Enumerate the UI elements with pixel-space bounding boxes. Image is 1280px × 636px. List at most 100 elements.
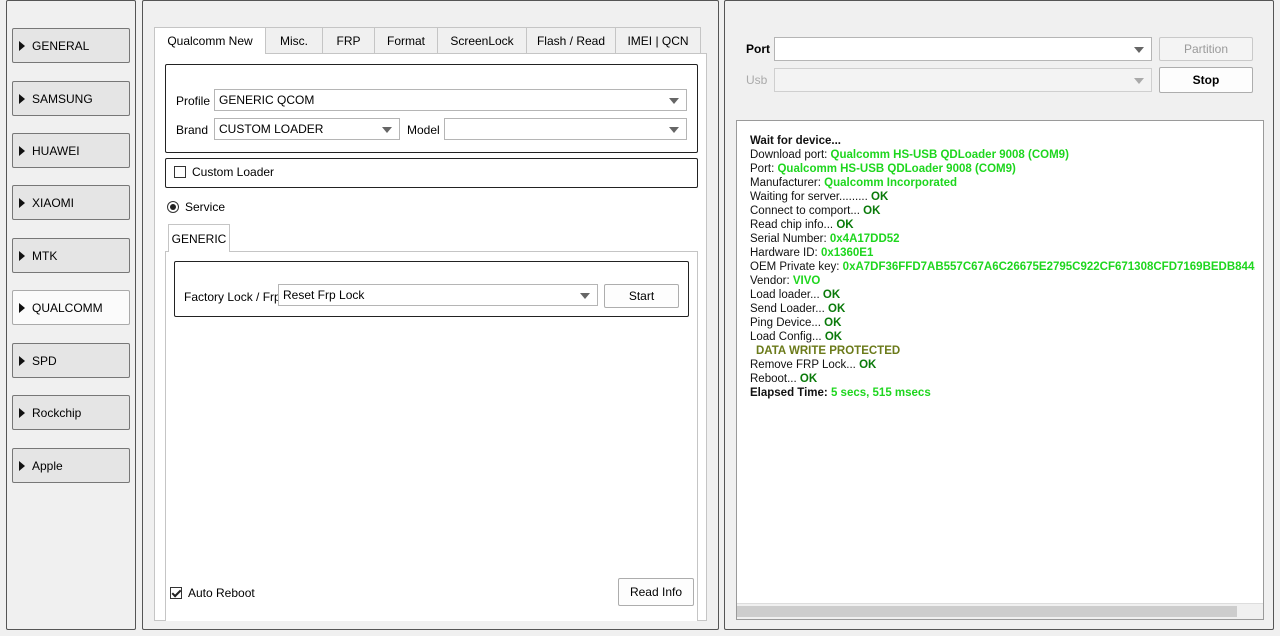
log-line: Serial Number: 0x4A17DD52 (750, 232, 1255, 246)
log-line: Connect to comport... OK (750, 204, 1255, 218)
log-segment: Remove FRP Lock... (750, 359, 860, 371)
service-radio[interactable] (167, 201, 179, 213)
tab-label: ScreenLock (450, 33, 514, 48)
start-button-label: Start (628, 289, 655, 303)
log-segment: OK (871, 191, 889, 203)
auto-reboot-label: Auto Reboot (188, 586, 255, 600)
log-line: Elapsed Time: 5 secs, 515 msecs (750, 386, 1255, 400)
brand-label: Brand (176, 123, 209, 137)
chevron-down-icon (1134, 78, 1144, 84)
log-segment: 0xA7DF36FFD7AB557C67A6C26675E2795C922CF6… (842, 261, 1255, 273)
log-segment: Send Loader... (750, 303, 829, 315)
brand-select-value: CUSTOM LOADER (219, 122, 324, 136)
port-label: Port (746, 42, 770, 56)
triangle-right-icon (19, 460, 25, 471)
triangle-right-icon (19, 355, 25, 366)
log-segment: Vendor: (750, 275, 793, 287)
brand-button-mtk[interactable]: MTK (12, 238, 130, 273)
brand-button-label: Apple (32, 458, 63, 473)
horizontal-scrollbar[interactable] (737, 603, 1263, 619)
log-segment: OK (828, 303, 846, 315)
log-line: Reboot... OK (750, 372, 1255, 386)
scrollbar-thumb[interactable] (737, 606, 1237, 617)
log-line: Download port: Qualcomm HS-USB QDLoader … (750, 148, 1255, 162)
start-button[interactable]: Start (604, 284, 679, 308)
brand-button-general[interactable]: GENERAL (12, 28, 130, 63)
factory-lock-select[interactable]: Reset Frp Lock (278, 284, 598, 306)
log-segment: OK (863, 205, 881, 217)
read-info-button-label: Read Info (629, 585, 683, 599)
subtab-generic[interactable]: GENERIC (168, 224, 230, 252)
brand-button-label: SPD (32, 353, 57, 368)
tab-frp[interactable]: FRP (322, 27, 375, 53)
brand-panel: GENERAL SAMSUNG HUAWEI XIAOMI MTK QUALCO… (6, 0, 136, 630)
brand-button-label: QUALCOMM (32, 300, 103, 315)
stop-button[interactable]: Stop (1159, 67, 1253, 93)
factory-lock-label: Factory Lock / Frp (184, 290, 281, 304)
log-line: Port: Qualcomm HS-USB QDLoader 9008 (COM… (750, 162, 1255, 176)
log-segment: Read chip info... (750, 219, 837, 231)
brand-button-label: XIAOMI (32, 195, 75, 210)
log-segment: Serial Number: (750, 233, 830, 245)
log-segment: OK (824, 331, 843, 343)
log-segment: OK (859, 359, 877, 371)
log-segment: 0x1360E1 (820, 247, 874, 259)
tab-flash-read[interactable]: Flash / Read (526, 27, 616, 53)
partition-button-label: Partition (1183, 42, 1229, 56)
log-output[interactable]: Wait for device... Download port: Qualcom… (736, 120, 1264, 620)
custom-loader-label: Custom Loader (192, 165, 275, 179)
log-line: Wait for device... (750, 134, 1255, 148)
model-select[interactable] (444, 118, 687, 140)
tab-format[interactable]: Format (374, 27, 438, 53)
tab-label: FRP (336, 33, 361, 48)
tab-screenlock[interactable]: ScreenLock (437, 27, 527, 53)
log-segment: 0x4A17DD52 (829, 233, 900, 245)
brand-button-xiaomi[interactable]: XIAOMI (12, 185, 130, 220)
profile-label: Profile (176, 94, 211, 108)
triangle-right-icon (19, 250, 25, 261)
brand-button-label: GENERAL (32, 38, 90, 53)
brand-button-label: HUAWEI (32, 143, 80, 158)
chevron-down-icon (580, 293, 590, 299)
tab-misc[interactable]: Misc. (265, 27, 323, 53)
log-line: Send Loader... OK (750, 302, 1255, 316)
usb-label: Usb (746, 73, 768, 87)
profile-select-value: GENERIC QCOM (219, 93, 315, 107)
tab-label: Misc. (280, 33, 308, 48)
log-segment: Manufacturer: (750, 177, 825, 189)
brand-button-apple[interactable]: Apple (12, 448, 130, 483)
service-label: Service (185, 200, 226, 214)
log-segment: Elapsed Time: (750, 387, 831, 399)
brand-button-rockchip[interactable]: Rockchip (12, 395, 130, 430)
log-segment: VIVO (792, 275, 821, 287)
brand-button-qualcomm[interactable]: QUALCOMM (12, 290, 130, 325)
partition-button[interactable]: Partition (1159, 37, 1253, 61)
brand-select[interactable]: CUSTOM LOADER (214, 118, 400, 140)
tab-imei-qcn[interactable]: IMEI | QCN (615, 27, 701, 53)
usb-select[interactable] (774, 68, 1152, 92)
tab-label: Qualcomm New (167, 34, 253, 48)
log-line: Vendor: VIVO (750, 274, 1255, 288)
triangle-right-icon (19, 407, 25, 418)
log-line: Load loader... OK (750, 288, 1255, 302)
chevron-down-icon (669, 98, 679, 104)
log-line: Waiting for server......... OK (750, 190, 1255, 204)
log-line: Hardware ID: 0x1360E1 (750, 246, 1255, 260)
log-segment: DATA WRITE PROTECTED (756, 345, 901, 357)
log-segment: Port: (750, 163, 778, 175)
auto-reboot-checkbox[interactable] (170, 587, 182, 599)
brand-button-huawei[interactable]: HUAWEI (12, 133, 130, 168)
brand-button-label: SAMSUNG (32, 91, 93, 106)
tab-qualcomm-new[interactable]: Qualcomm New (154, 27, 266, 54)
port-select[interactable] (774, 37, 1152, 61)
subtab-page-generic: Factory Lock / Frp Reset Frp Lock Start … (165, 251, 698, 621)
brand-button-spd[interactable]: SPD (12, 343, 130, 378)
brand-button-samsung[interactable]: SAMSUNG (12, 81, 130, 116)
triangle-right-icon (19, 302, 25, 313)
read-info-button[interactable]: Read Info (618, 578, 694, 606)
custom-loader-checkbox[interactable] (174, 166, 186, 178)
log-segment: OK (824, 317, 842, 329)
log-segment: Load Config... (750, 331, 825, 343)
tab-label: Flash / Read (536, 33, 606, 48)
profile-select[interactable]: GENERIC QCOM (214, 89, 687, 111)
